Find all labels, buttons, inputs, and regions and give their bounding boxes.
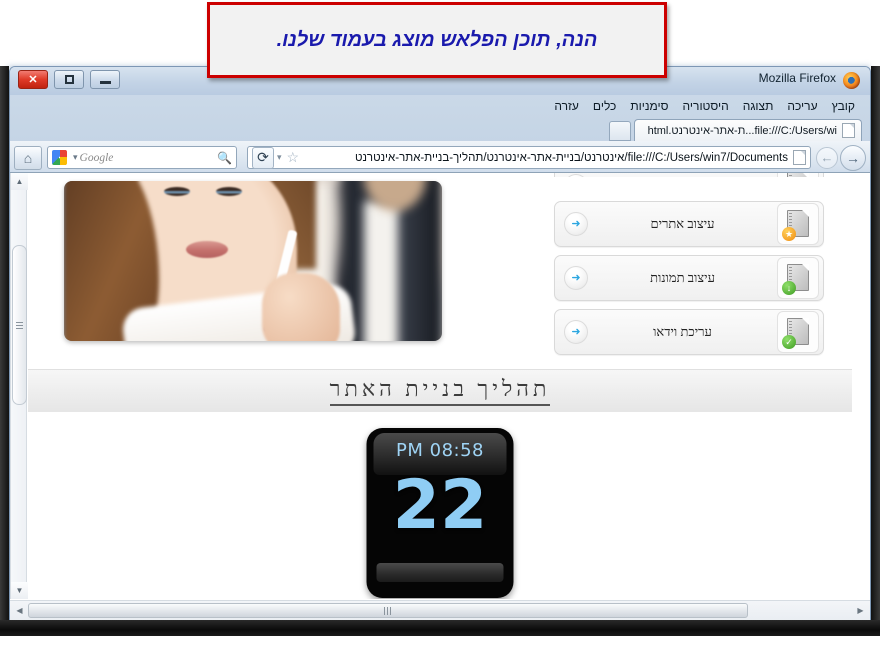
search-bar[interactable]: 🔍 Google ▾: [47, 146, 237, 169]
minimize-icon: [99, 80, 111, 84]
address-bar-value: file:///C:/Users/win7/Documents/אינטרנט/…: [354, 151, 788, 164]
check-badge-icon: ✓: [782, 335, 796, 349]
page-title: תהליך בניית האתר: [329, 376, 551, 406]
annotation-callout: הנה, תוכן הפלאש מוצג בעמוד שלנו.: [207, 2, 667, 78]
reload-button[interactable]: ⟳: [252, 146, 274, 169]
vertical-scrollbar[interactable]: ▲ ▼: [10, 173, 28, 599]
menu-item-view[interactable]: תצוגה: [736, 99, 781, 113]
menu-item-edit[interactable]: עריכה: [780, 99, 824, 113]
flash-clock-widget: 08:58 PM 22: [366, 428, 514, 598]
menu-item-history[interactable]: היסטוריה: [676, 99, 736, 113]
frame-left-edge: [0, 66, 9, 626]
go-arrow-icon[interactable]: ➜: [564, 320, 588, 344]
navigation-toolbar: → ← file:///C:/Users/win7/Documents/אינט…: [10, 141, 870, 173]
list-item-label: עיצוב תמונות: [650, 270, 715, 285]
window-minimize-button[interactable]: [90, 70, 120, 89]
scroll-down-button[interactable]: ▼: [11, 582, 28, 599]
maximize-icon: [64, 75, 74, 84]
triangle-down-icon: ▼: [15, 586, 24, 595]
web-page-content: ✓ ➜ ★ עיצוב אתרים: [28, 173, 852, 599]
page-favicon-icon: [842, 123, 855, 138]
star-badge-icon: ★: [782, 227, 796, 241]
menu-item-bookmarks[interactable]: סימניות: [623, 99, 675, 113]
screenshot-root: ✕ Mozilla Firefox קובץ עריכה תצוגה היסטו…: [0, 0, 880, 648]
clock-time: 08:58 PM: [396, 440, 484, 461]
window-close-button[interactable]: ✕: [18, 70, 48, 89]
go-arrow-icon[interactable]: ➜: [564, 266, 588, 290]
horizontal-scrollbar[interactable]: ◀ ▶: [10, 600, 870, 621]
vertical-scroll-thumb[interactable]: [12, 245, 27, 405]
list-item[interactable]: ★ עיצוב אתרים ➜: [554, 201, 824, 247]
browser-window: ✕ Mozilla Firefox קובץ עריכה תצוגה היסטו…: [9, 66, 871, 622]
grip-icon: [384, 606, 392, 615]
list-item[interactable]: ↓ עיצוב תמונות ➜: [554, 255, 824, 301]
frame-bottom-fill: [0, 636, 880, 648]
widget-footer-bar: [376, 563, 504, 582]
firefox-logo-icon: [843, 72, 860, 89]
triangle-right-icon: ▶: [857, 606, 864, 615]
document-icon: ★: [777, 203, 819, 245]
document-icon: ✓: [777, 311, 819, 353]
scroll-up-button[interactable]: ▲: [11, 173, 28, 190]
scroll-left-button[interactable]: ◀: [12, 602, 27, 619]
menu-item-partial-row: ✓ ➜: [554, 173, 824, 177]
go-arrow-icon[interactable]: ➜: [564, 174, 588, 177]
google-icon: [52, 150, 67, 165]
document-icon: ↓: [777, 257, 819, 299]
hero-photo: [64, 181, 442, 341]
address-bar[interactable]: file:///C:/Users/win7/Documents/אינטרנט/…: [247, 146, 811, 169]
new-tab-button[interactable]: [609, 121, 631, 141]
triangle-left-icon: ◀: [16, 606, 23, 615]
list-item[interactable]: ✓ עריכת וידאו ➜: [554, 309, 824, 355]
list-item-label: עיצוב אתרים: [650, 216, 715, 231]
chevron-down-icon[interactable]: ▾: [277, 152, 282, 163]
document-icon: ✓: [777, 173, 819, 177]
tab-title: file:///C:/Users/wi...ת-אתר-אינטרנט.html: [647, 124, 837, 137]
search-engine-label: Google: [79, 151, 114, 164]
annotation-text: הנה, תוכן הפלאש מוצג בעמוד שלנו.: [276, 28, 598, 51]
list-item-label: עריכת וידאו: [653, 324, 712, 339]
site-identity-icon: [793, 150, 806, 165]
arrow-left-icon: ←: [820, 150, 834, 165]
services-menu-list: ★ עיצוב אתרים ➜ ↓ עיצוב תמונות ➜ ✓ עריכת…: [554, 201, 824, 363]
triangle-up-icon: ▲: [15, 177, 24, 186]
frame-right-edge: [871, 66, 880, 626]
scroll-right-button[interactable]: ▶: [853, 602, 868, 619]
section-heading-bar: תהליך בניית האתר: [28, 369, 852, 412]
menu-item-tools[interactable]: כלים: [586, 99, 623, 113]
back-button[interactable]: ←: [816, 146, 838, 169]
horizontal-scroll-thumb[interactable]: [28, 603, 748, 618]
close-icon: ✕: [28, 74, 38, 86]
go-arrow-icon[interactable]: ➜: [564, 212, 588, 236]
frame-bottom-edge: [0, 620, 880, 636]
menu-bar: קובץ עריכה תצוגה היסטוריה סימניות כלים ע…: [10, 95, 870, 115]
home-button[interactable]: ⌂: [14, 145, 42, 170]
arrow-right-icon: →: [846, 149, 860, 166]
window-maximize-button[interactable]: [54, 70, 84, 89]
home-icon: ⌂: [23, 149, 33, 166]
menu-item-file[interactable]: קובץ: [825, 99, 862, 113]
forward-button[interactable]: →: [840, 144, 866, 171]
reload-icon: ⟳: [257, 149, 269, 165]
menu-item-help[interactable]: עזרה: [547, 99, 586, 113]
clock-day-number: 22: [392, 466, 488, 545]
bookmark-star-icon[interactable]: ☆: [287, 149, 300, 166]
browser-tab-active[interactable]: file:///C:/Users/wi...ת-אתר-אינטרנט.html: [634, 119, 862, 141]
search-icon: 🔍: [217, 150, 232, 165]
download-badge-icon: ↓: [782, 281, 796, 295]
grip-icon: [16, 321, 23, 329]
chevron-down-icon[interactable]: ▾: [73, 152, 78, 163]
tab-strip: file:///C:/Users/wi...ת-אתר-אינטרנט.html: [10, 115, 870, 141]
page-viewport: ▲ ▼ ◀ ▶ ★ עיצוב אתרים ➜ ↓ עיצוב תמונות ➜…: [10, 172, 870, 621]
window-title: Mozilla Firefox: [758, 71, 836, 85]
